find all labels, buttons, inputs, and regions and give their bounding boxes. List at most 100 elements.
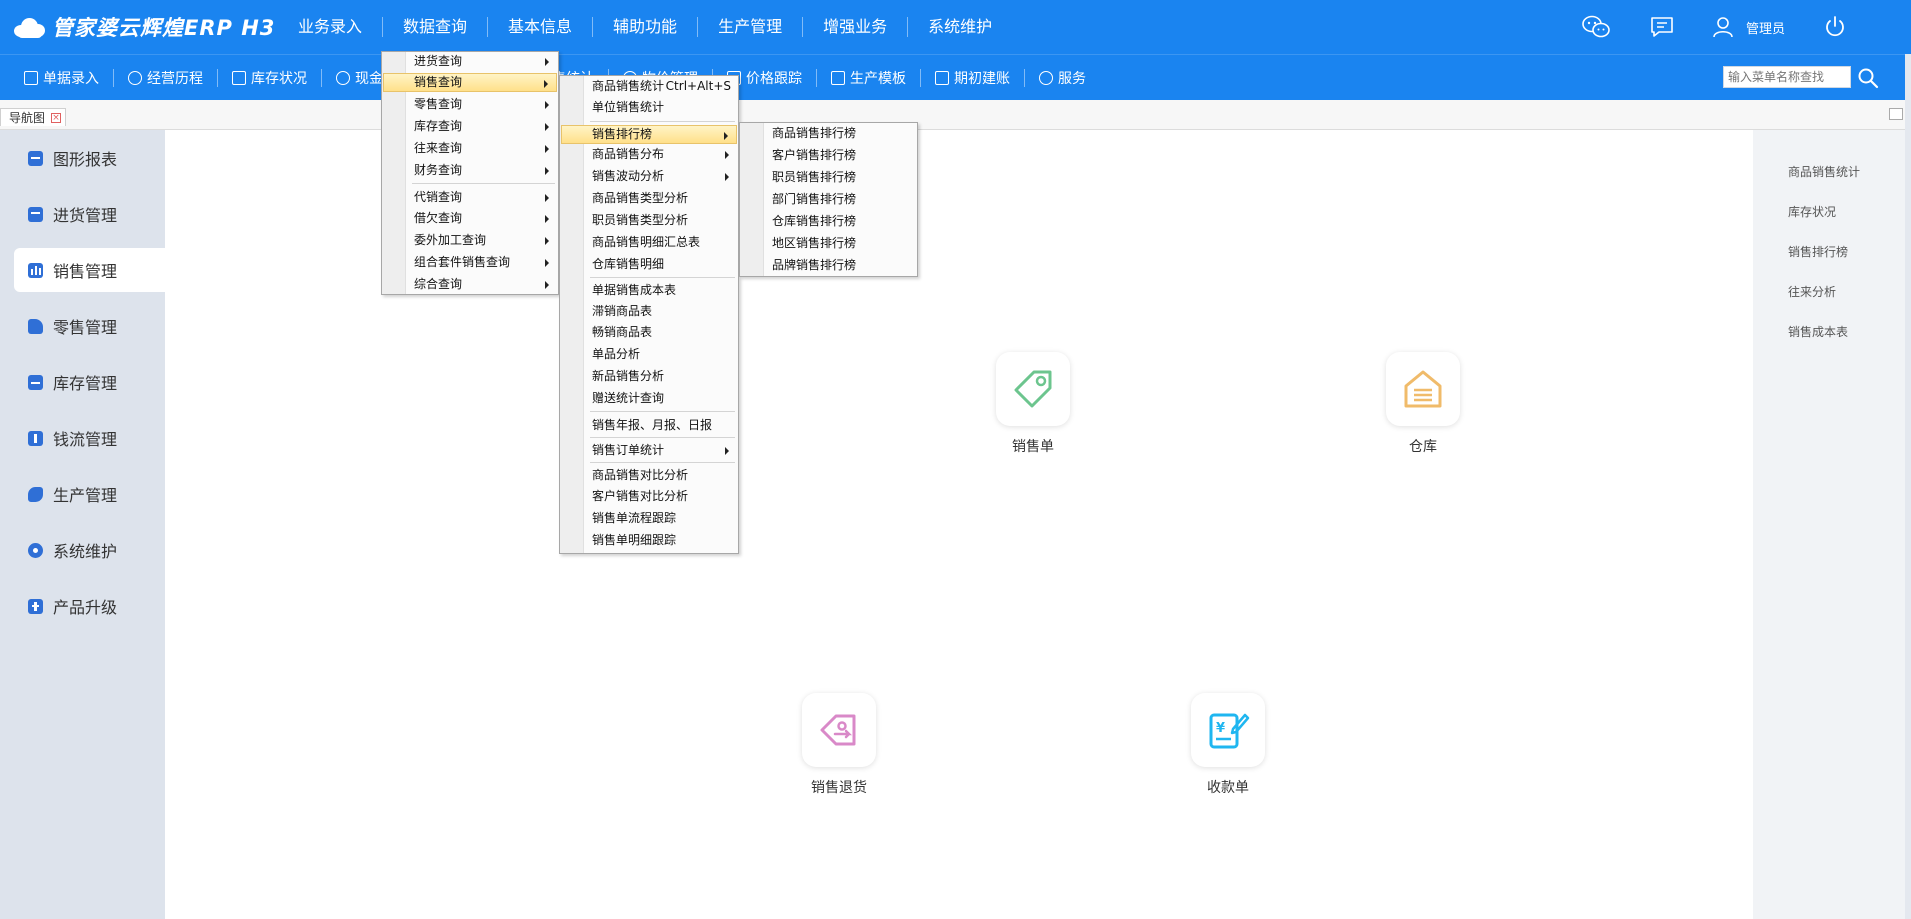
- menu-comprehensive-query[interactable]: 综合查询: [383, 275, 557, 294]
- menu-slow-moving[interactable]: 滞销商品表: [561, 302, 737, 321]
- sidebar-item-graph-report[interactable]: 图形报表: [14, 136, 165, 180]
- menu-sales-query[interactable]: 销售查询: [383, 73, 557, 92]
- quick-label: 现金: [355, 71, 383, 87]
- menu-product-sales-detail-summary[interactable]: 商品销售明细汇总表: [561, 233, 737, 252]
- menu-product-sales-comparison[interactable]: 商品销售对比分析: [561, 466, 737, 485]
- tab-navigation-map[interactable]: 导航图 ×: [0, 108, 67, 126]
- link-product-sales-stats[interactable]: 商品销售统计: [1788, 163, 1860, 180]
- search-icon[interactable]: [1857, 67, 1879, 89]
- link-sales-cost[interactable]: 销售成本表: [1788, 323, 1848, 340]
- user-menu[interactable]: 管理员: [1712, 15, 1785, 39]
- money-icon: [28, 430, 43, 446]
- menu-purchase-query[interactable]: 进货查询: [383, 52, 557, 71]
- menu-brand-ranking[interactable]: 品牌销售排行榜: [741, 256, 916, 275]
- nav-business-entry[interactable]: 业务录入: [278, 17, 384, 37]
- check-circle-icon: [128, 71, 142, 85]
- document-icon: [831, 71, 845, 85]
- message-icon[interactable]: [1646, 11, 1678, 43]
- menu-retail-query[interactable]: 零售查询: [383, 95, 557, 114]
- menu-region-ranking[interactable]: 地区销售排行榜: [741, 234, 916, 253]
- sidebar-label: 生产管理: [53, 486, 118, 505]
- menu-debt-query[interactable]: 借欠查询: [383, 209, 557, 228]
- quick-inventory-status[interactable]: 库存状况: [218, 69, 322, 87]
- menu-document-sales-cost[interactable]: 单据销售成本表: [561, 281, 737, 300]
- quick-production-template[interactable]: 生产模板: [817, 69, 921, 87]
- sidebar-item-retail[interactable]: 零售管理: [14, 304, 165, 348]
- menu-account-query[interactable]: 往来查询: [383, 139, 557, 158]
- menu-product-sales-stats[interactable]: 商品销售统计 Ctrl+Alt+S: [561, 77, 737, 96]
- menu-gift-stats[interactable]: 赠送统计查询: [561, 389, 737, 408]
- menu-customer-sales-comparison[interactable]: 客户销售对比分析: [561, 487, 737, 506]
- nav-enhanced[interactable]: 增强业务: [803, 17, 909, 37]
- link-sales-ranking[interactable]: 销售排行榜: [1788, 243, 1848, 260]
- sidebar-item-inventory[interactable]: 库存管理: [14, 360, 165, 404]
- nav-system[interactable]: 系统维护: [908, 17, 1012, 37]
- menu-sales-order-stats[interactable]: 销售订单统计: [561, 441, 737, 460]
- menu-warehouse-sales-detail[interactable]: 仓库销售明细: [561, 255, 737, 274]
- menu-best-selling[interactable]: 畅销商品表: [561, 323, 737, 342]
- menu-sales-ranking[interactable]: 销售排行榜: [561, 125, 737, 144]
- sidebar-label: 销售管理: [53, 262, 118, 281]
- menu-staff-ranking[interactable]: 职员销售排行榜: [741, 168, 916, 187]
- tile-sales-return[interactable]: 销售退货: [759, 693, 919, 797]
- sidebar-item-upgrade[interactable]: 产品升级: [14, 584, 165, 628]
- sidebar-item-production[interactable]: 生产管理: [14, 472, 165, 516]
- menu-bundle-sales-query[interactable]: 组合套件销售查询: [383, 253, 557, 272]
- menu-product-ranking[interactable]: 商品销售排行榜: [741, 124, 916, 143]
- header-actions: 管理员: [1580, 0, 1851, 54]
- sidebar-item-system[interactable]: 系统维护: [14, 528, 165, 572]
- menu-consignment-query[interactable]: 代销查询: [383, 188, 557, 207]
- username: 管理员: [1745, 21, 1785, 37]
- menu-staff-sales-type[interactable]: 职员销售类型分析: [561, 211, 737, 230]
- help-icon: [1039, 71, 1053, 85]
- menu-search-input[interactable]: [1723, 66, 1851, 88]
- wechat-icon[interactable]: [1580, 11, 1612, 43]
- nav-basic-info[interactable]: 基本信息: [488, 17, 594, 37]
- warehouse-icon: [28, 374, 43, 390]
- quick-opening-account[interactable]: 期初建账: [921, 69, 1025, 87]
- power-icon[interactable]: [1819, 11, 1851, 43]
- menu-product-sales-type[interactable]: 商品销售类型分析: [561, 189, 737, 208]
- menu-sales-fluctuation[interactable]: 销售波动分析: [561, 167, 737, 186]
- menu-unit-sales-stats[interactable]: 单位销售统计: [561, 98, 737, 117]
- menu-sales-detail-tracking[interactable]: 销售单明细跟踪: [561, 531, 737, 550]
- menu-single-product-analysis[interactable]: 单品分析: [561, 345, 737, 364]
- data-query-menu: 进货查询 销售查询 零售查询 库存查询 往来查询 财务查询 代销查询 借欠查询 …: [381, 51, 559, 295]
- sidebar-item-cashflow[interactable]: 钱流管理: [14, 416, 165, 460]
- menu-inventory-query[interactable]: 库存查询: [383, 117, 557, 136]
- link-inventory-status[interactable]: 库存状况: [1788, 203, 1836, 220]
- quick-service[interactable]: 服务: [1025, 69, 1100, 87]
- link-account-analysis[interactable]: 往来分析: [1788, 283, 1836, 300]
- edit-icon: [24, 71, 38, 85]
- scrollbar[interactable]: [1905, 54, 1911, 919]
- nav-production[interactable]: 生产管理: [698, 17, 804, 37]
- nav-data-query[interactable]: 数据查询: [383, 17, 489, 37]
- sidebar-item-sales[interactable]: 销售管理: [14, 248, 165, 292]
- menu-sales-reports[interactable]: 销售年报、月报、日报: [561, 416, 737, 435]
- tile-receipt[interactable]: ¥ 收款单: [1148, 693, 1308, 797]
- menu-department-ranking[interactable]: 部门销售排行榜: [741, 190, 916, 209]
- tab-label: 导航图: [9, 111, 46, 125]
- menu-product-sales-distribution[interactable]: 商品销售分布: [561, 145, 737, 164]
- window-restore-icon[interactable]: [1889, 108, 1903, 120]
- tile-sales-order[interactable]: 销售单: [953, 352, 1113, 456]
- nav-aux-functions[interactable]: 辅助功能: [593, 17, 699, 37]
- close-icon[interactable]: ×: [51, 112, 62, 123]
- menu-outsourcing-query[interactable]: 委外加工查询: [383, 231, 557, 250]
- sidebar-label: 图形报表: [53, 150, 118, 169]
- tile-label: 收款单: [1207, 780, 1249, 796]
- menu-new-product-sales[interactable]: 新品销售分析: [561, 367, 737, 386]
- tile-warehouse[interactable]: 仓库: [1343, 352, 1503, 456]
- menu-customer-ranking[interactable]: 客户销售排行榜: [741, 146, 916, 165]
- user-icon: [1713, 17, 1733, 38]
- sidebar-item-purchase[interactable]: 进货管理: [14, 192, 165, 236]
- menu-warehouse-ranking[interactable]: 仓库销售排行榜: [741, 212, 916, 231]
- menu-finance-query[interactable]: 财务查询: [383, 161, 557, 180]
- quick-document-entry[interactable]: 单据录入: [10, 69, 114, 87]
- quick-label: 服务: [1058, 71, 1086, 87]
- quick-business-history[interactable]: 经营历程: [114, 69, 218, 87]
- module-sidebar: 图形报表 进货管理 销售管理 零售管理 库存管理 钱流管理 生产管理 系统维护 …: [0, 130, 165, 919]
- menu-sales-flow-tracking[interactable]: 销售单流程跟踪: [561, 509, 737, 528]
- sidebar-label: 产品升级: [53, 598, 118, 617]
- sidebar-label: 钱流管理: [53, 430, 118, 449]
